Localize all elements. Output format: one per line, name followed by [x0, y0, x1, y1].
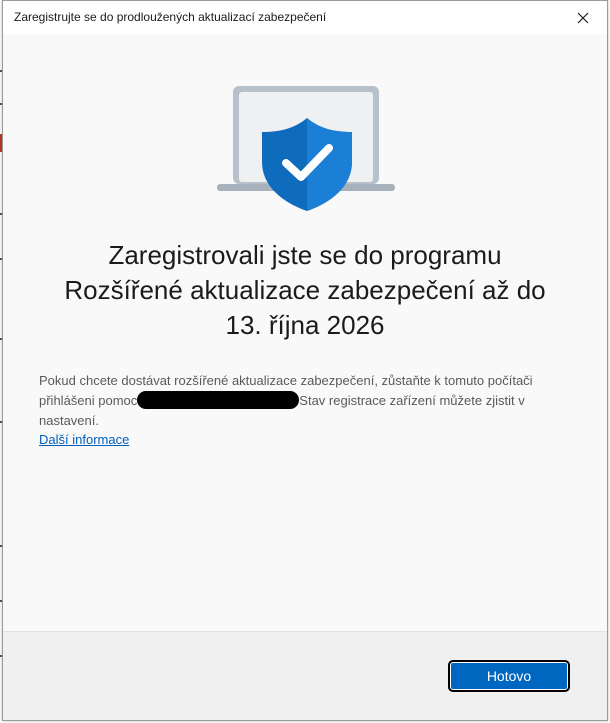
done-button[interactable]: Hotovo — [448, 660, 570, 692]
confirmation-headline: Zaregistrovali jste se do programu Rozší… — [23, 238, 587, 343]
dialog-title: Zaregistrujte se do prodloužených aktual… — [14, 10, 327, 24]
esu-enrollment-dialog: Zaregistrujte se do prodloužených aktual… — [2, 0, 608, 721]
redacted-account — [137, 391, 300, 409]
more-info-link[interactable]: Další informace — [39, 432, 129, 447]
headline-line: Zaregistrovali jste se do programu — [108, 240, 502, 270]
description-line-2-end: Stav registrace zařízení můžete zjistit … — [299, 393, 525, 408]
laptop-shield-check-icon — [217, 86, 395, 211]
close-icon — [577, 12, 589, 23]
headline-line: 13. října 2026 — [225, 310, 385, 340]
description-line-2-start: přihlášeni pomoc — [39, 393, 138, 408]
dialog-footer: Hotovo — [3, 631, 607, 720]
dialog-content: Zaregistrovali jste se do programu Rozší… — [3, 34, 607, 631]
description-text: Pokud chcete dostávat rozšířené aktualiz… — [39, 371, 579, 431]
description-line-3: nastavení. — [39, 413, 99, 428]
description-line-1: Pokud chcete dostávat rozšířené aktualiz… — [39, 373, 533, 388]
title-bar: Zaregistrujte se do prodloužených aktual… — [3, 1, 607, 34]
headline-line: Rozšířené aktualizace zabezpečení až do — [64, 275, 546, 305]
close-button[interactable] — [563, 1, 603, 34]
